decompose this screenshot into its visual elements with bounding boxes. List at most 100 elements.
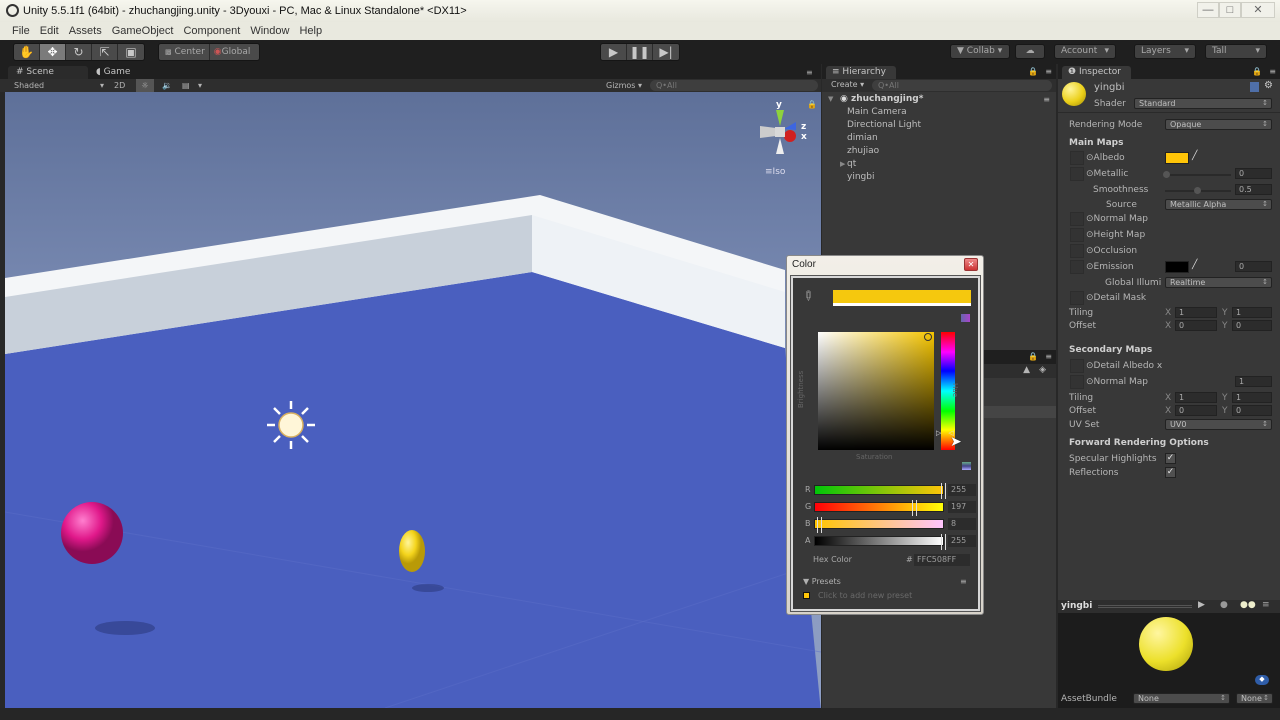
panel-menu-icon[interactable]: ≡ [1045,67,1052,76]
scale-tool-icon[interactable]: ⇱ [92,44,118,60]
secondary-tiling-x-field[interactable]: 1 [1175,392,1217,403]
hierarchy-search-input[interactable]: Q•All [872,80,1052,91]
yingbi-coin[interactable] [399,530,425,572]
hierarchy-item[interactable]: yingbi [847,172,874,182]
orientation-gizmo[interactable] [760,110,796,154]
menu-edit[interactable]: Edit [40,25,59,37]
effects-dropdown-icon[interactable]: ▾ [198,79,202,92]
detail-normal-slot[interactable] [1070,375,1084,389]
menu-window[interactable]: Window [250,25,289,37]
emission-slot[interactable] [1070,260,1084,274]
menu-help[interactable]: Help [299,25,322,37]
scene-root-row[interactable]: ▼ ◉ zhuchangjing* ≡ [822,93,1056,107]
hand-tool-icon[interactable]: ✋ [14,44,40,60]
detail-mask-slot[interactable] [1070,291,1084,305]
assetbundle-variant-dropdown[interactable]: None [1236,693,1273,704]
secondary-offset-x-field[interactable]: 0 [1175,405,1217,416]
lock-icon[interactable]: 🔒 [1028,352,1038,361]
filter-by-type-icon[interactable]: ▲ [1023,365,1030,375]
preview-drag-handle[interactable] [1098,605,1192,608]
secondary-offset-y-field[interactable]: 0 [1232,405,1272,416]
emission-value-field[interactable]: 0 [1235,261,1272,272]
secondary-tiling-y-field[interactable]: 1 [1232,392,1272,403]
preview-sphere[interactable] [1139,617,1193,671]
metallic-value-field[interactable]: 0 [1235,168,1272,179]
pivot-center-toggle[interactable]: ▩ Center [159,44,210,60]
channel-slider-handle[interactable] [911,500,917,516]
add-preset-text[interactable]: Click to add new preset [818,591,912,600]
color-picker-cursor[interactable] [924,333,932,341]
color-mode-toggle-icon[interactable] [961,314,970,322]
channel-slider-handle[interactable] [941,534,946,550]
menu-gameobject[interactable]: GameObject [112,25,174,37]
step-button[interactable]: ▶| [653,44,679,60]
move-tool-icon[interactable]: ✥ [40,44,66,60]
albedo-texture-slot[interactable] [1070,151,1084,165]
scene-search-input[interactable]: Q•All [650,80,818,91]
cloud-button[interactable]: ☁ [1015,44,1045,59]
normal-map-slot[interactable] [1070,212,1084,226]
channel-value-field[interactable]: 255 [948,535,976,547]
settings-gear-icon[interactable]: ⚙ [1264,80,1273,91]
shader-dropdown[interactable]: Standard [1134,98,1272,109]
filter-by-label-icon[interactable]: ◈ [1039,365,1046,375]
hierarchy-item[interactable]: zhujiao [847,146,879,156]
hierarchy-item[interactable]: Main Camera [847,107,907,117]
channel-value-field[interactable]: 255 [948,484,976,496]
channel-slider-handle[interactable] [941,483,946,499]
expand-arrow-icon[interactable]: ▶ [840,160,845,168]
draw-mode-dropdown[interactable]: Shaded [14,79,44,92]
menu-file[interactable]: File [12,25,30,37]
tab-game[interactable]: ◖ Game [88,66,138,79]
minimize-button[interactable]: — [1197,2,1219,18]
menu-assets[interactable]: Assets [69,25,102,37]
slider-mode-toggle-icon[interactable] [962,462,971,470]
pivot-global-toggle[interactable]: ◉Global [210,44,255,60]
eyedropper-icon[interactable]: ╱ [1192,151,1197,161]
expand-arrow-icon[interactable]: ▼ [828,95,833,103]
asset-label-icon[interactable]: ◆ [1255,675,1269,685]
channel-value-field[interactable]: 197 [948,501,976,513]
collab-dropdown[interactable]: ▼ Collab ▾ [950,44,1010,59]
rendering-mode-dropdown[interactable]: Opaque [1165,119,1272,130]
tab-hierarchy[interactable]: ≡ Hierarchy [826,66,896,79]
menu-component[interactable]: Component [183,25,240,37]
reflections-checkbox[interactable]: ✓ [1165,467,1176,478]
channel-slider-g[interactable] [814,500,944,516]
2d-toggle[interactable]: 2D [114,79,125,92]
lock-icon[interactable]: 🔒 [1028,67,1038,76]
metallic-slider[interactable] [1165,174,1231,176]
directional-light-icon[interactable] [267,401,315,449]
main-offset-x-field[interactable]: 0 [1175,320,1217,331]
rotate-tool-icon[interactable]: ↻ [66,44,92,60]
hierarchy-item[interactable]: Directional Light [847,120,921,130]
panel-menu-icon[interactable]: ≡ [1269,67,1276,76]
maximize-button[interactable]: □ [1219,2,1241,18]
albedo-color-swatch[interactable] [1165,152,1189,164]
projection-toggle[interactable]: ≡Iso [765,167,785,177]
panel-menu-icon[interactable]: ≡ [806,68,813,77]
hierarchy-item[interactable]: qt [847,159,856,169]
rect-tool-icon[interactable]: ▣ [118,44,144,60]
eyedropper-icon[interactable]: ✎ [798,287,816,305]
panel-menu-icon[interactable]: ≡ [1262,600,1270,610]
detail-normal-scale-field[interactable]: 1 [1235,376,1272,387]
presets-menu-icon[interactable]: ≡ [960,577,967,586]
account-dropdown[interactable]: Account ▾ [1054,44,1116,59]
zhujiao-sphere[interactable] [61,502,123,564]
pause-button[interactable]: ❚❚ [627,44,653,60]
layout-dropdown[interactable]: Tall ▾ [1205,44,1267,59]
create-dropdown[interactable]: Create ▾ [831,80,864,89]
effects-toggle-icon[interactable]: ▤ [182,79,190,92]
hex-color-input[interactable]: FFC508FF [914,554,970,566]
scene-viewport[interactable]: y z x 🔒 ≡Iso [5,92,821,708]
audio-toggle-icon[interactable]: 🔉 [162,79,172,92]
hierarchy-item[interactable]: dimian [847,133,878,143]
assetbundle-dropdown[interactable]: None [1133,693,1230,704]
main-tiling-x-field[interactable]: 1 [1175,307,1217,318]
channel-slider-handle[interactable] [816,517,822,533]
main-tiling-y-field[interactable]: 1 [1232,307,1272,318]
channel-slider-r[interactable] [814,483,946,499]
scene-menu-icon[interactable]: ≡ [1043,95,1050,104]
tab-scene[interactable]: # Scene [8,66,88,79]
